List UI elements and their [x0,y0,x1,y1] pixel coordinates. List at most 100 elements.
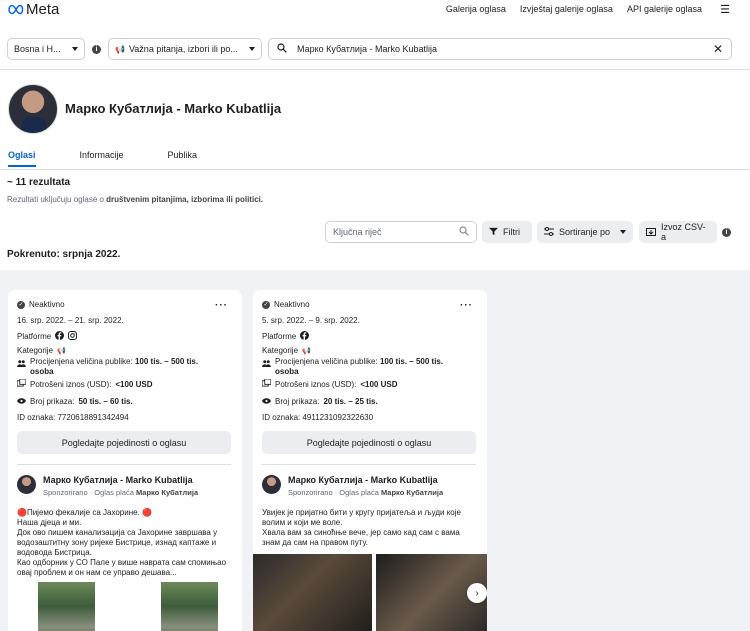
impressions-value: 50 tis. – 60 tis. [78,397,133,406]
impressions-label: Broj prikaza: [275,397,320,406]
nav-ad-library[interactable]: Galerija oglasa [446,4,506,14]
ad-impressions: Broj prikaza: 20 tis. – 25 tis. [262,397,378,406]
ad-text-line: Као одборник у СО Пале у више наврата са… [17,558,227,577]
results-note-topic: društvenim pitanjima, izborima ili polit… [106,195,264,204]
advertiser-name[interactable]: Марко Кубатлија - Marko Kubatlija [288,475,438,485]
more-options-icon[interactable]: ··· [215,300,228,311]
ad-text-line: Увијек је пријатно бити у кругу пријатељ… [262,508,461,527]
search-icon [459,226,469,238]
keyword-placeholder: Ključna riječ [333,227,382,237]
info-icon[interactable]: i [92,45,101,54]
launched-date-heading: Pokrenuto: srpnja 2022. [7,249,121,260]
tab-divider [0,169,750,170]
spend-label: Potrošeni iznos (USD): [275,379,357,389]
impressions-label: Broj prikaza: [30,397,75,406]
ad-category-value: Važna pitanja, izbori ili po... [128,44,238,54]
spend-label: Potrošeni iznos (USD): [30,379,112,389]
more-options-icon[interactable]: ··· [460,300,473,311]
impressions-value: 20 tis. – 25 tis. [323,397,378,406]
chevron-down-icon [72,47,78,51]
filters-button[interactable]: Filtri [482,221,532,243]
ad-spend: Potrošeni iznos (USD): <100 USD [16,378,153,389]
profile-avatar[interactable] [8,84,58,134]
eye-icon [17,397,26,406]
nav-ad-library-api[interactable]: API galerije oglasa [627,4,702,14]
tab-audience[interactable]: Publika [168,150,198,167]
meta-logo-text: Meta [26,0,60,18]
sort-button[interactable]: Sortiranje po [537,221,633,243]
country-select[interactable]: Bosna i H... [7,38,85,60]
search-input[interactable]: Марко Кубатлија - Marko Kubatlija ✕ [268,38,732,60]
ad-id: ID oznaka: 7720618891342494 [17,413,129,422]
export-icon [646,227,656,238]
export-label: Izvoz CSV-a [661,222,706,242]
ad-dates: 16. srp. 2022. – 21. srp. 2022. [17,316,124,325]
audience-text: Procijenjena veličina publike: 100 tis. … [275,357,443,377]
audience-label: Procijenjena veličina publike: [275,357,380,366]
ad-image[interactable] [161,582,218,631]
people-icon [262,360,271,369]
ad-status: ✓ Neaktivno [262,300,310,309]
ad-text-line: 🔴Пијемо фекалије са Јахорине. 🔴 [17,508,152,517]
country-select-value: Bosna i H... [14,44,61,54]
categories-label: Kategorije [262,346,299,355]
see-ad-details-button[interactable]: Pogledajte pojedinosti o oglasu [262,431,476,454]
ad-spend: Potrošeni iznos (USD): <100 USD [261,378,398,389]
ad-impressions: Broj prikaza: 50 tis. – 60 tis. [17,397,133,406]
ad-text-line: Хвала вам за синоћње вече, јер само кад … [262,528,460,547]
clear-search-icon[interactable]: ✕ [713,42,723,56]
platforms-label: Platforme [262,332,297,341]
megaphone-icon: 📢 [57,347,66,355]
export-csv-button[interactable]: Izvoz CSV-a [639,221,717,243]
sponsored-label: Sponzorirano · Oglas plaća Марко Кубатли… [43,488,198,497]
keyword-search-input[interactable]: Ključna riječ [325,221,477,243]
megaphone-icon: 📢 [115,44,125,54]
facebook-icon [300,331,310,342]
paid-by-name[interactable]: Марко Кубатлија [136,488,198,497]
audience-unit: osoba [30,367,54,376]
eye-icon [262,397,271,406]
sort-label: Sortiranje po [559,227,611,237]
sponsored-text: Sponzorirano · Oglas plaća [288,488,381,497]
ad-card: ✓ Neaktivno ··· 5. srp. 2022. – 9. srp. … [253,290,487,631]
info-icon[interactable]: i [722,228,731,237]
ad-audience-size: Procijenjena veličina publike: 100 tis. … [262,357,443,377]
ad-category-select[interactable]: 📢 Važna pitanja, izbori ili po... [108,38,262,60]
search-input-value: Марко Кубатлија - Marko Kubatlija [297,44,437,54]
results-count: ~ 11 rezultata [7,177,71,188]
page-title: Марко Кубатлија - Marko Kubatlija [65,101,282,116]
carousel-next-button[interactable]: › [467,583,487,603]
ad-platforms: Platforme [262,331,310,342]
see-ad-details-button[interactable]: Pogledajte pojedinosti o oglasu [17,431,231,454]
advertiser-avatar[interactable] [262,475,281,494]
paid-by-name[interactable]: Марко Кубатлија [381,488,443,497]
menu-icon[interactable]: ☰ [720,3,730,16]
ad-body-text: Увијек је пријатно бити у кругу пријатељ… [262,508,476,548]
audience-value: 100 tis. – 500 tis. [379,357,444,366]
tab-ads[interactable]: Oglasi [8,150,36,167]
top-nav: Galerija oglasa Izvještaj galerije oglas… [446,4,702,14]
ad-carousel-image[interactable] [253,554,372,631]
sponsored-text: Sponzorirano · Oglas plaća [43,488,136,497]
megaphone-icon: 📢 [302,347,311,355]
tab-information[interactable]: Informacije [80,150,124,167]
audience-value: 100 tis. – 500 tis. [134,357,199,366]
ad-id: ID oznaka: 4911231092322630 [262,413,374,422]
meta-infinity-icon [8,4,24,14]
audience-text: Procijenjena veličina publike: 100 tis. … [30,357,198,377]
meta-logo[interactable]: Meta [7,0,59,18]
filters-label: Filtri [503,227,520,237]
sliders-icon [544,226,554,238]
sponsored-label: Sponzorirano · Oglas plaća Марко Кубатли… [288,488,443,497]
advertiser-avatar[interactable] [17,475,36,494]
card-divider [17,464,231,465]
ad-dates: 5. srp. 2022. – 9. srp. 2022. [262,316,360,325]
instagram-icon [68,331,78,342]
nav-ad-library-report[interactable]: Izvještaj galerije oglasa [520,4,613,14]
facebook-icon [55,331,65,342]
categories-label: Kategorije [17,346,54,355]
people-icon [17,360,26,369]
ad-image[interactable] [38,582,95,631]
advertiser-name[interactable]: Марко Кубатлија - Marko Kubatlija [43,475,193,485]
results-note-prefix: Rezultati uključuju oglase o [7,195,107,204]
